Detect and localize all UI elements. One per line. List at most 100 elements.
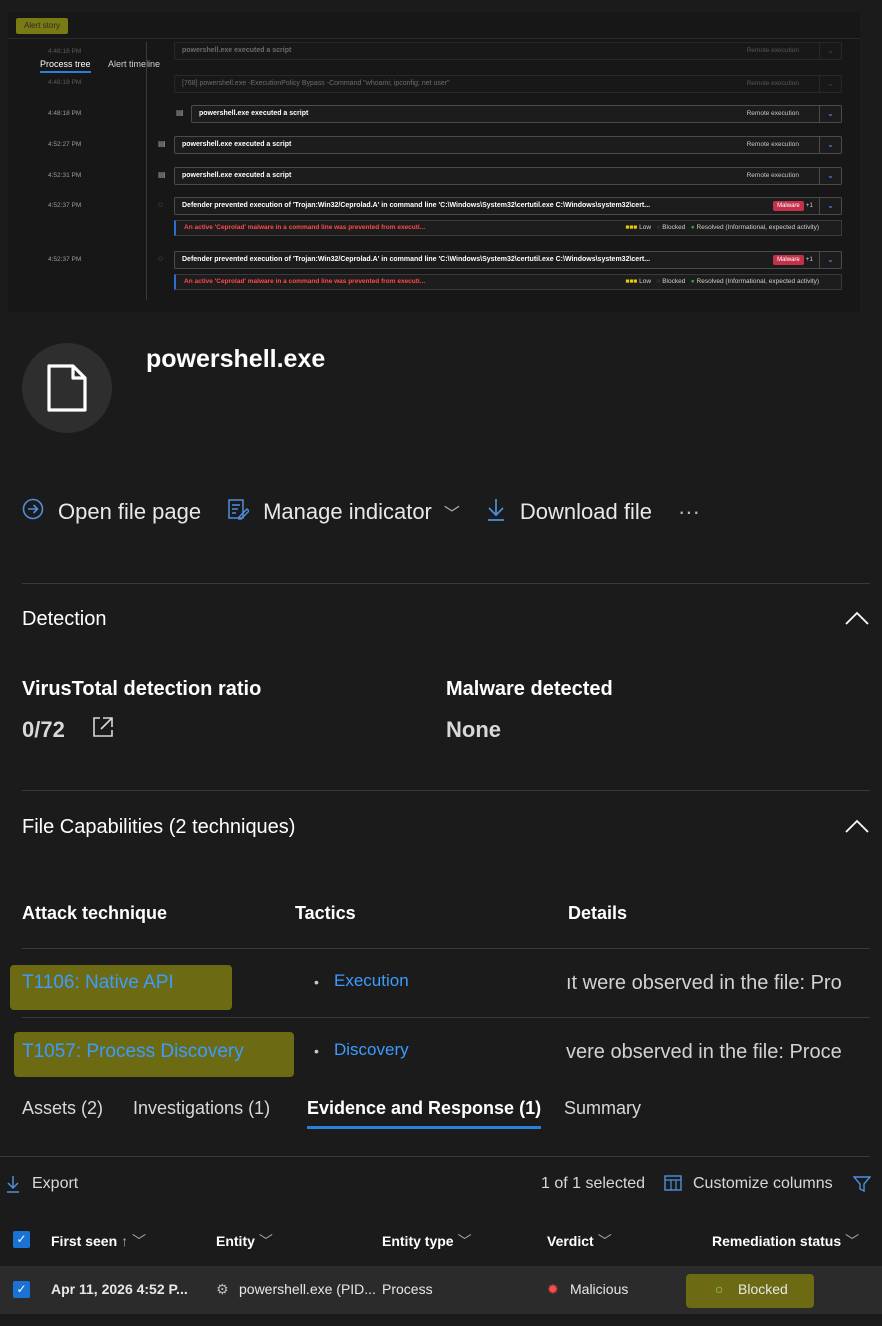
event-text: [768] powershell.exe -ExecutionPolicy By… xyxy=(182,80,450,87)
page-title: powershell.exe xyxy=(146,345,326,373)
col-first-seen[interactable]: First seen ↑ ﹀ xyxy=(51,1231,146,1251)
event-time: 4:52:37 PM xyxy=(48,256,82,263)
external-link-icon[interactable] xyxy=(90,714,116,745)
script-icon: ▤ xyxy=(176,108,184,117)
technique-link[interactable]: T1106: Native API xyxy=(22,972,174,994)
col-entity-label: Entity xyxy=(216,1233,255,1249)
severity: Low xyxy=(639,278,652,285)
malware-detected-label: Malware detected xyxy=(446,678,613,700)
event-text: powershell.exe executed a script xyxy=(199,110,309,117)
capabilities-heading: File Capabilities (2 techniques) xyxy=(22,816,296,838)
alert-text: An active 'Ceprolad' malware in a comman… xyxy=(184,278,426,285)
extra-count: +1 xyxy=(805,256,813,263)
event-time: 4:52:37 PM xyxy=(48,202,82,209)
col-entity[interactable]: Entity ﹀ xyxy=(216,1231,273,1251)
chevron-down-icon: ﹀ xyxy=(443,506,460,523)
tab-investigations[interactable]: Investigations (1) xyxy=(133,1098,270,1119)
event-row[interactable]: [768] powershell.exe -ExecutionPolicy By… xyxy=(174,75,842,93)
tab-assets[interactable]: Assets (2) xyxy=(22,1098,103,1119)
chevron-down-icon: ﹀ xyxy=(457,1233,472,1249)
status-icon: ○ xyxy=(656,278,661,285)
filter-icon[interactable] xyxy=(852,1175,872,1198)
export-button[interactable]: Export xyxy=(32,1175,78,1193)
open-file-page-button[interactable]: Open file page xyxy=(22,498,201,526)
alert-line[interactable]: An active 'Ceprolad' malware in a comman… xyxy=(174,274,842,290)
classification: Resolved (Informational, expected activi… xyxy=(696,224,819,231)
col-verdict[interactable]: Verdict ﹀ xyxy=(547,1231,612,1251)
chevron-down-icon[interactable]: ⌄ xyxy=(819,43,841,59)
event-time: 4:48:18 PM xyxy=(48,110,82,117)
col-entity-type-label: Entity type xyxy=(382,1233,454,1249)
alert-line[interactable]: An active 'Ceprolad' malware in a comman… xyxy=(174,220,842,236)
divider xyxy=(22,583,870,584)
event-time: 4:48:18 PM xyxy=(48,79,82,86)
col-details: Details xyxy=(568,903,628,923)
event-row[interactable]: Defender prevented execution of 'Trojan:… xyxy=(174,197,842,215)
row-checkbox[interactable]: ✓ xyxy=(13,1281,30,1298)
arrow-right-circle-icon xyxy=(22,498,44,526)
chevron-down-icon[interactable]: ⌄ xyxy=(819,252,841,268)
alert-text: An active 'Ceprolad' malware in a comman… xyxy=(184,224,426,231)
cell-remediation: Blocked xyxy=(738,1281,788,1297)
event-tag: Remote execution xyxy=(746,80,799,87)
col-remediation-status[interactable]: Remediation status ﹀ xyxy=(712,1231,859,1251)
vt-ratio-value: 0/72 xyxy=(22,717,65,742)
tactic-link[interactable]: Discovery xyxy=(334,1040,409,1060)
event-row[interactable]: powershell.exe executed a script Remote … xyxy=(174,136,842,154)
malware-detected-value: None xyxy=(446,717,501,742)
more-icon: ··· xyxy=(677,499,700,524)
edit-list-icon xyxy=(227,498,251,526)
event-row[interactable]: powershell.exe executed a script Remote … xyxy=(191,105,842,123)
tab-alert-timeline[interactable]: Alert timeline xyxy=(108,59,160,69)
alert-story-tab[interactable]: Alert story xyxy=(16,18,69,34)
chevron-down-icon: ﹀ xyxy=(258,1233,273,1249)
chevron-down-icon[interactable]: ⌄ xyxy=(819,137,841,153)
customize-columns-button[interactable]: Customize columns xyxy=(693,1175,833,1193)
tactic-link[interactable]: Execution xyxy=(334,971,409,991)
more-actions-button[interactable]: ··· xyxy=(678,499,700,525)
cell-first-seen: Apr 11, 2026 4:52 P... xyxy=(51,1281,188,1297)
download-icon xyxy=(6,1175,20,1198)
tab-process-tree[interactable]: Process tree xyxy=(40,59,91,73)
manage-indicator-button[interactable]: Manage indicator ﹀ xyxy=(227,498,460,526)
status-icon: ○ xyxy=(656,224,661,231)
event-row[interactable]: powershell.exe executed a script Remote … xyxy=(174,42,842,60)
cell-entity[interactable]: powershell.exe (PID... xyxy=(239,1281,376,1297)
col-attack-technique: Attack technique xyxy=(22,903,168,923)
select-all-checkbox[interactable]: ✓ xyxy=(13,1231,30,1248)
cell-entity-type: Process xyxy=(382,1281,433,1297)
chevron-down-icon[interactable]: ⌄ xyxy=(819,168,841,184)
technique-link[interactable]: T1057: Process Discovery xyxy=(22,1041,244,1063)
alert-story-panel: Alert story 4:48:18 PM powershell.exe ex… xyxy=(8,12,860,312)
collapse-chevron-icon[interactable] xyxy=(844,818,870,834)
col-tactics: Tactics xyxy=(295,903,356,923)
event-tag: Remote execution xyxy=(746,110,799,117)
chevron-down-icon: ﹀ xyxy=(845,1233,860,1249)
event-row[interactable]: Defender prevented execution of 'Trojan:… xyxy=(174,251,842,269)
file-avatar xyxy=(22,343,112,433)
event-row[interactable]: powershell.exe executed a script Remote … xyxy=(174,167,842,185)
download-icon xyxy=(486,497,506,527)
selection-count: 1 of 1 selected xyxy=(541,1175,646,1192)
tab-summary[interactable]: Summary xyxy=(564,1098,641,1119)
classification: Resolved (Informational, expected activi… xyxy=(696,278,819,285)
divider xyxy=(22,948,870,949)
tab-evidence-and-response[interactable]: Evidence and Response (1) xyxy=(307,1098,542,1129)
alert-status: Blocked xyxy=(662,278,686,285)
chevron-down-icon[interactable]: ⌄ xyxy=(819,106,841,122)
script-icon: ▤ xyxy=(158,139,166,148)
event-tag: Remote execution xyxy=(746,172,799,179)
chevron-down-icon[interactable]: ⌄ xyxy=(819,76,841,92)
gear-icon: ⚙ xyxy=(216,1281,229,1297)
col-entity-type[interactable]: Entity type ﹀ xyxy=(382,1231,472,1251)
detection-heading: Detection xyxy=(22,608,107,630)
resolved-icon: ● xyxy=(690,224,695,231)
chevron-down-icon[interactable]: ⌄ xyxy=(819,198,841,214)
severity-icon: ■■■ xyxy=(625,224,638,231)
divider xyxy=(0,1156,870,1157)
malware-badge: Malware xyxy=(773,255,804,265)
collapse-chevron-icon[interactable] xyxy=(844,610,870,626)
download-file-label: Download file xyxy=(519,499,652,524)
download-file-button[interactable]: Download file xyxy=(486,497,652,527)
event-tag: Remote execution xyxy=(746,141,799,148)
